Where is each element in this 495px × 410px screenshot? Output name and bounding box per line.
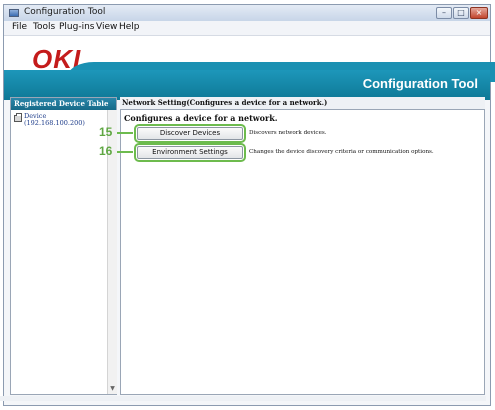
environment-settings-description: Changes the device discovery criteria or… [249,149,434,155]
content-header: Network Setting(Configures a device for … [120,97,485,109]
scroll-down-icon[interactable]: ▼ [108,385,117,393]
device-ip: (192.168.100.200) [24,119,85,127]
app-icon [9,9,19,17]
registered-device-table: Registered Device Table Device (192.168.… [10,97,117,395]
close-button[interactable]: × [470,7,488,19]
menu-plugins[interactable]: Plug-ins [59,22,95,32]
network-setting-panel: Configures a device for a network. Disco… [120,109,485,395]
callout-16-line [117,151,133,153]
window-title: Configuration Tool [24,7,106,17]
callout-16: 16 [99,144,113,158]
printer-icon [14,113,22,122]
sidebar-header: Registered Device Table [11,98,116,110]
discover-devices-button[interactable]: Discover Devices [134,124,246,143]
menu-bar: File Tools Plug-ins View Help [4,21,490,36]
menu-help[interactable]: Help [119,22,140,32]
title-bar: Configuration Tool – □ × [4,5,490,21]
status-bar [0,396,486,401]
device-list-item[interactable]: Device (192.168.100.200) [13,112,113,132]
discover-devices-description: Discovers network devices. [249,130,327,136]
minimize-button[interactable]: – [436,7,452,19]
callout-15: 15 [99,125,113,139]
maximize-button[interactable]: □ [453,7,469,19]
app-name: Configuration Tool [362,76,478,91]
menu-file[interactable]: File [12,22,27,32]
callout-15-line [117,132,133,134]
environment-settings-button[interactable]: Environment Settings [134,143,246,162]
menu-view[interactable]: View [96,22,117,32]
menu-tools[interactable]: Tools [33,22,55,32]
content-title: Configures a device for a network. [124,113,278,123]
